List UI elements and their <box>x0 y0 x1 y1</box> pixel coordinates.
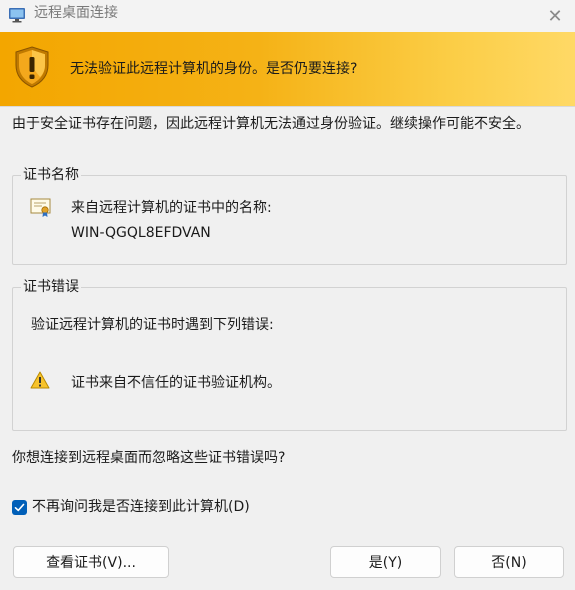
dont-ask-checkbox-row[interactable]: 不再询问我是否连接到此计算机(D) <box>12 497 250 517</box>
view-certificate-button[interactable]: 查看证书(V)... <box>13 546 169 578</box>
checkmark-icon <box>14 503 25 511</box>
warning-shield-icon <box>15 46 49 88</box>
certificate-name-group: 证书名称 来自远程计算机的证书中的名称: WIN-QGQL8EFDVAN <box>12 166 567 265</box>
remote-desktop-icon <box>9 8 25 23</box>
certificate-errors-legend: 证书错误 <box>21 278 81 296</box>
warning-icon <box>30 371 50 389</box>
dont-ask-checkbox-label[interactable]: 不再询问我是否连接到此计算机(D) <box>32 498 250 516</box>
yes-button[interactable]: 是(Y) <box>330 546 441 578</box>
certificate-errors-description: 验证远程计算机的证书时遇到下列错误: <box>31 317 274 333</box>
window-title: 远程桌面连接 <box>34 5 118 21</box>
dont-ask-checkbox[interactable] <box>12 499 27 515</box>
warning-banner: 无法验证此远程计算机的身份。是否仍要连接? <box>0 32 575 106</box>
certificate-icon <box>30 198 51 217</box>
certificate-name-legend: 证书名称 <box>21 166 81 184</box>
banner-message: 无法验证此远程计算机的身份。是否仍要连接? <box>70 61 358 77</box>
intro-text: 由于安全证书存在问题，因此远程计算机无法通过身份验证。继续操作可能不安全。 <box>12 116 530 132</box>
no-button[interactable]: 否(N) <box>454 546 564 578</box>
close-icon: ✕ <box>547 5 563 27</box>
title-bar: 远程桌面连接 ✕ <box>0 0 575 32</box>
banner-divider <box>0 106 575 107</box>
certificate-name-label: 来自远程计算机的证书中的名称: <box>71 200 272 216</box>
certificate-errors-group: 证书错误 验证远程计算机的证书时遇到下列错误: 证书来自不信任的证书验证机构。 <box>12 278 567 431</box>
certificate-name-value: WIN-QGQL8EFDVAN <box>71 225 211 241</box>
certificate-error-item: 证书来自不信任的证书验证机构。 <box>71 375 281 391</box>
close-button[interactable]: ✕ <box>535 0 575 32</box>
question-text: 你想连接到远程桌面而忽略这些证书错误吗? <box>12 450 286 466</box>
